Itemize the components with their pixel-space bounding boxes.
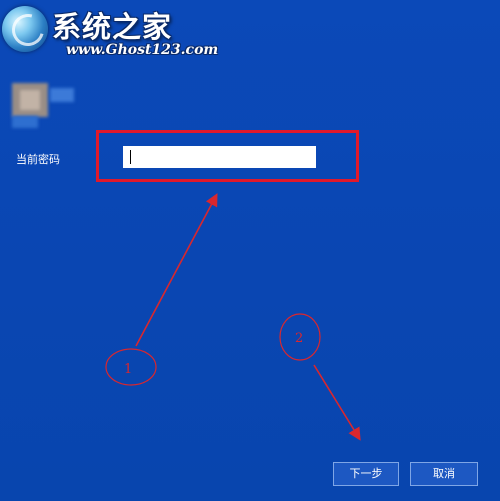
- cancel-button[interactable]: 取消: [410, 462, 478, 486]
- globe-logo-icon: [2, 6, 48, 52]
- step-1-label: 1: [124, 362, 132, 377]
- next-step-button[interactable]: 下一步: [333, 462, 399, 486]
- current-password-input[interactable]: [123, 146, 316, 168]
- text-caret: [130, 150, 131, 164]
- arrow-to-next-button: [313, 364, 361, 441]
- watermark-title: 系统之家: [52, 10, 173, 44]
- user-avatar: [12, 83, 48, 117]
- watermark-url: www.Ghost123.com: [66, 42, 219, 58]
- blurred-detail: [12, 116, 38, 128]
- annotation-overlay: 1 2: [105, 193, 361, 441]
- step-2-label: 2: [295, 331, 303, 346]
- current-password-label: 当前密码: [16, 153, 60, 166]
- arrow-to-input: [135, 193, 218, 347]
- step-1-circle: [105, 348, 157, 386]
- change-password-screen: 系统之家 www.Ghost123.com 当前密码 1 2 下一步 取消: [0, 0, 500, 501]
- blurred-username: [50, 88, 74, 102]
- step-2-circle: [279, 313, 321, 361]
- watermark-logo: 系统之家 www.Ghost123.com: [0, 0, 230, 64]
